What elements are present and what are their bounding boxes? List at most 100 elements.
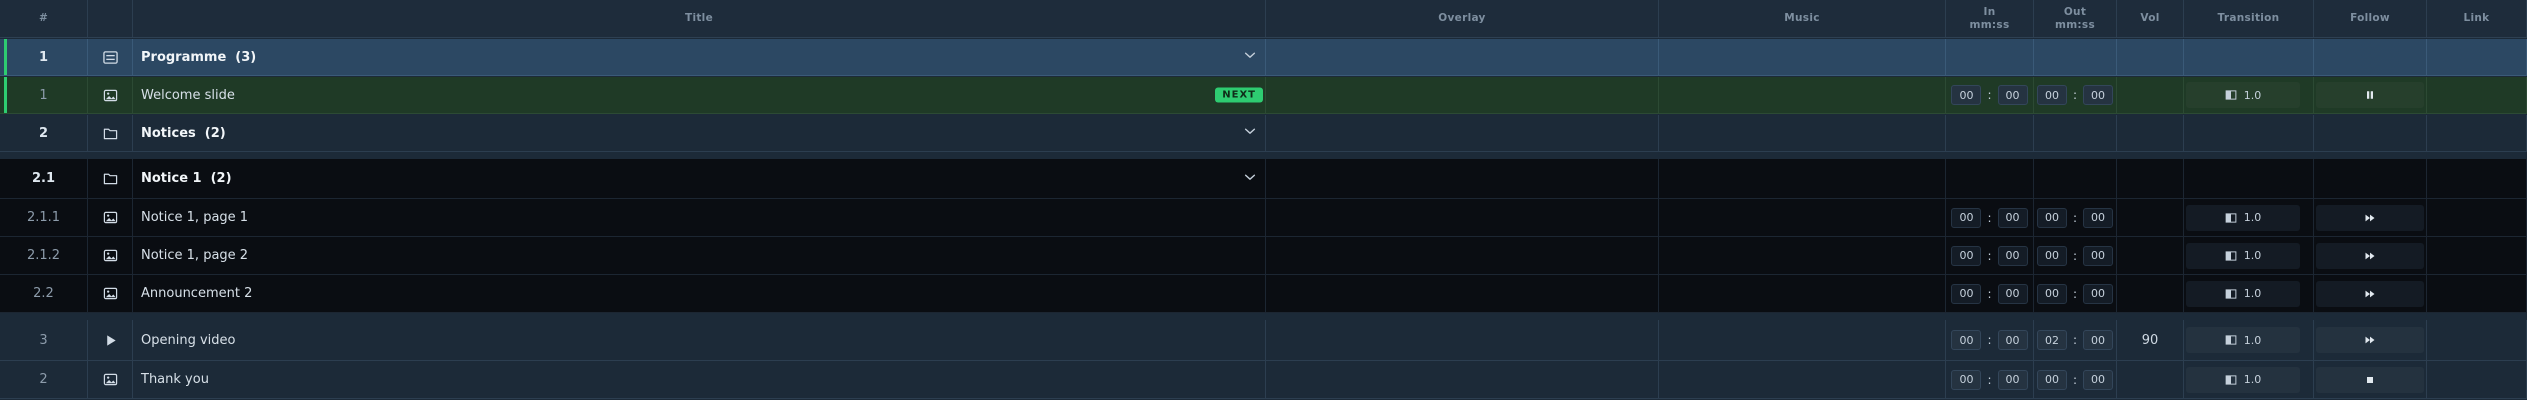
follow-button[interactable] <box>2316 82 2424 108</box>
column-header-overlay[interactable]: Overlay <box>1266 0 1659 37</box>
link-cell[interactable] <box>2427 275 2527 312</box>
transition-button[interactable]: 1.0 <box>2186 280 2300 307</box>
overlay-cell[interactable] <box>1266 275 1659 312</box>
volume-cell[interactable] <box>2117 275 2184 312</box>
overlay-cell[interactable] <box>1266 77 1659 113</box>
in-minutes-input[interactable]: 00 <box>1951 85 1982 105</box>
volume-cell[interactable] <box>2117 361 2184 398</box>
out-minutes-input[interactable]: 00 <box>2036 85 2067 105</box>
row-title-cell[interactable]: Notices (2) <box>133 115 1266 151</box>
music-cell[interactable] <box>1659 237 1946 274</box>
row-title-cell[interactable]: Notice 1, page 2 <box>133 237 1266 274</box>
group-row[interactable]: 2.1 Notice 1 (2) <box>0 159 2527 199</box>
in-seconds-input[interactable]: 00 <box>1997 245 2028 266</box>
out-minutes-input[interactable]: 00 <box>2036 369 2067 390</box>
row-title-cell[interactable]: Opening video <box>133 320 1266 360</box>
column-header-follow[interactable]: Follow <box>2314 0 2427 37</box>
link-cell[interactable] <box>2427 361 2527 398</box>
volume-cell[interactable] <box>2117 237 2184 274</box>
column-header-link[interactable]: Link <box>2427 0 2527 37</box>
link-cell[interactable] <box>2427 320 2527 360</box>
link-cell[interactable] <box>2427 199 2527 236</box>
link-cell[interactable] <box>2427 77 2527 113</box>
volume-cell[interactable] <box>2117 159 2184 198</box>
item-row[interactable]: 1 Welcome slide NEXT 00:00 00:00 1.0 <box>0 77 2527 114</box>
in-seconds-input[interactable]: 00 <box>1997 369 2028 390</box>
column-header-icon[interactable] <box>88 0 133 37</box>
in-minutes-input[interactable]: 00 <box>1951 283 1982 304</box>
item-row[interactable]: 3 Opening video 00:00 02:00 90 1.0 <box>0 320 2527 361</box>
out-minutes-input[interactable]: 00 <box>2036 283 2067 304</box>
overlay-cell[interactable] <box>1266 320 1659 360</box>
row-title-cell[interactable]: Announcement 2 <box>133 275 1266 312</box>
follow-button[interactable] <box>2316 204 2424 231</box>
volume-cell[interactable] <box>2117 77 2184 113</box>
in-minutes-input[interactable]: 00 <box>1951 369 1982 390</box>
in-minutes-input[interactable]: 00 <box>1951 207 1982 228</box>
volume-cell[interactable]: 90 <box>2117 320 2184 360</box>
out-seconds-input[interactable]: 00 <box>2083 207 2114 228</box>
out-minutes-input[interactable]: 00 <box>2036 245 2067 266</box>
in-seconds-input[interactable]: 00 <box>1997 283 2028 304</box>
row-title-cell[interactable]: Programme (3) <box>133 39 1266 75</box>
out-seconds-input[interactable]: 00 <box>2083 283 2114 304</box>
out-seconds-input[interactable]: 00 <box>2083 369 2114 390</box>
in-seconds-input[interactable]: 00 <box>1997 85 2028 105</box>
link-cell[interactable] <box>2427 115 2527 151</box>
column-header-out[interactable]: Out mm:ss <box>2034 0 2117 37</box>
link-cell[interactable] <box>2427 237 2527 274</box>
overlay-cell[interactable] <box>1266 39 1659 75</box>
overlay-cell[interactable] <box>1266 237 1659 274</box>
in-minutes-input[interactable]: 00 <box>1951 245 1982 266</box>
column-header-music[interactable]: Music <box>1659 0 1946 37</box>
group-row[interactable]: 2 Notices (2) <box>0 115 2527 152</box>
follow-button[interactable] <box>2316 280 2424 307</box>
overlay-cell[interactable] <box>1266 115 1659 151</box>
out-minutes-input[interactable]: 00 <box>2036 207 2067 228</box>
row-title-cell[interactable]: Thank you <box>133 361 1266 398</box>
transition-button[interactable]: 1.0 <box>2186 204 2300 231</box>
out-seconds-input[interactable]: 00 <box>2083 330 2114 350</box>
out-seconds-input[interactable]: 00 <box>2083 245 2114 266</box>
item-row[interactable]: 2.2 Announcement 2 00:00 00:00 1.0 <box>0 275 2527 313</box>
transition-button[interactable]: 1.0 <box>2186 242 2300 269</box>
out-seconds-input[interactable]: 00 <box>2083 85 2114 105</box>
follow-button[interactable] <box>2316 242 2424 269</box>
overlay-cell[interactable] <box>1266 159 1659 198</box>
row-title-cell[interactable]: Notice 1, page 1 <box>133 199 1266 236</box>
item-row[interactable]: 2.1.1 Notice 1, page 1 00:00 00:00 1.0 <box>0 199 2527 237</box>
column-header-title[interactable]: Title <box>133 0 1266 37</box>
in-seconds-input[interactable]: 00 <box>1997 330 2028 350</box>
volume-cell[interactable] <box>2117 39 2184 75</box>
transition-button[interactable]: 1.0 <box>2186 366 2300 393</box>
music-cell[interactable] <box>1659 39 1946 75</box>
music-cell[interactable] <box>1659 199 1946 236</box>
column-header-vol[interactable]: Vol <box>2117 0 2184 37</box>
row-title-cell[interactable]: Welcome slide NEXT <box>133 77 1266 113</box>
transition-button[interactable]: 1.0 <box>2186 327 2300 353</box>
item-row[interactable]: 2 Thank you 00:00 00:00 1.0 <box>0 361 2527 399</box>
volume-cell[interactable] <box>2117 115 2184 151</box>
item-row[interactable]: 2.1.2 Notice 1, page 2 00:00 00:00 1.0 <box>0 237 2527 275</box>
in-seconds-input[interactable]: 00 <box>1997 207 2028 228</box>
row-title-cell[interactable]: Notice 1 (2) <box>133 159 1266 198</box>
volume-cell[interactable] <box>2117 199 2184 236</box>
music-cell[interactable] <box>1659 275 1946 312</box>
group-row[interactable]: 1 Programme (3) <box>0 39 2527 76</box>
music-cell[interactable] <box>1659 361 1946 398</box>
follow-button[interactable] <box>2316 327 2424 353</box>
music-cell[interactable] <box>1659 159 1946 198</box>
out-minutes-input[interactable]: 02 <box>2036 330 2067 350</box>
expand-toggle[interactable] <box>1243 48 1257 66</box>
music-cell[interactable] <box>1659 77 1946 113</box>
column-header-num[interactable]: # <box>0 0 88 37</box>
in-minutes-input[interactable]: 00 <box>1951 330 1982 350</box>
overlay-cell[interactable] <box>1266 199 1659 236</box>
link-cell[interactable] <box>2427 39 2527 75</box>
music-cell[interactable] <box>1659 320 1946 360</box>
transition-button[interactable]: 1.0 <box>2186 82 2300 108</box>
column-header-transition[interactable]: Transition <box>2184 0 2314 37</box>
expand-toggle[interactable] <box>1243 124 1257 142</box>
music-cell[interactable] <box>1659 115 1946 151</box>
expand-toggle[interactable] <box>1243 170 1257 188</box>
